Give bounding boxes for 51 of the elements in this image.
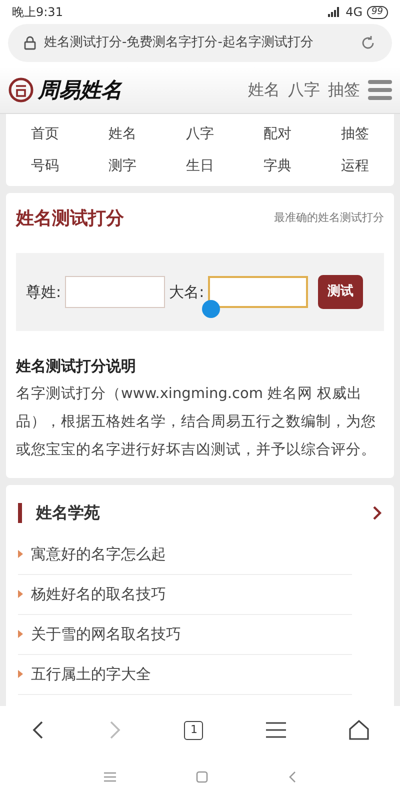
status-time: 晚上9:31 — [12, 4, 63, 21]
card-title: 姓名测试打分 — [16, 206, 124, 230]
info-title: 姓名测试打分说明 — [16, 356, 137, 377]
nav-link[interactable]: 运程 — [316, 150, 394, 182]
address-bar[interactable]: 姓名测试打分-免费测名字打分-起名字测试打分 — [8, 24, 392, 62]
recents-icon[interactable] — [104, 772, 116, 782]
tab-count[interactable]: 1 — [184, 720, 204, 740]
article-link[interactable]: 五行属土的字大全 — [31, 662, 151, 686]
nav-link[interactable]: 测字 — [84, 150, 162, 182]
nav-link[interactable]: 抽签 — [316, 118, 394, 150]
article-link[interactable]: 寓意好的名字怎么起 — [31, 542, 166, 566]
bullet-icon — [18, 630, 23, 638]
logo-text[interactable]: 周易姓名 — [38, 74, 122, 106]
back-icon[interactable] — [31, 720, 46, 740]
name-field[interactable] — [208, 276, 308, 308]
info-text: 名字测试打分（www.xingming.com 姓名网 权威出品），根据五格姓名学，结合周易五行之数编制，为您或您宝宝的名字进行好坏吉凶测试，并予以综合评分。 — [16, 384, 377, 460]
article-link[interactable]: 杨姓好名的取名技巧 — [31, 582, 166, 606]
menu-icon[interactable] — [266, 722, 286, 738]
header-link[interactable]: 姓名 — [248, 78, 280, 102]
title-accent — [18, 502, 22, 522]
bullet-icon — [18, 550, 23, 558]
home-icon[interactable] — [348, 720, 369, 740]
bullet-icon — [18, 670, 23, 678]
surname-label: 尊姓: — [26, 282, 62, 303]
signal-icon — [328, 7, 342, 17]
nav-link[interactable]: 号码 — [6, 150, 84, 182]
nav-link[interactable]: 配对 — [238, 118, 316, 150]
nav-link[interactable]: 字典 — [238, 150, 316, 182]
test-button[interactable]: 测试 — [318, 275, 364, 309]
network-label: 4G — [346, 4, 363, 21]
bullet-icon — [18, 590, 23, 598]
lock-icon — [24, 36, 36, 50]
reload-icon[interactable] — [360, 35, 376, 51]
text-cursor-handle[interactable] — [202, 300, 220, 318]
nav-link[interactable]: 八字 — [161, 118, 239, 150]
page-title: 姓名测试打分-免费测名字打分-起名字测试打分 — [44, 34, 314, 52]
card-subtitle: 最准确的姓名测试打分 — [274, 210, 384, 226]
nav-link[interactable]: 姓名 — [84, 118, 162, 150]
article-link[interactable]: 关于雪的网名取名技巧 — [31, 622, 181, 646]
header-link[interactable]: 抽签 — [328, 78, 360, 102]
surname-field[interactable] — [65, 276, 166, 308]
chevron-right-icon[interactable] — [372, 504, 382, 520]
logo-icon — [8, 76, 34, 102]
forward-icon[interactable] — [108, 720, 122, 740]
name-label: 大名: — [169, 282, 204, 303]
header-link[interactable]: 八字 — [288, 78, 320, 102]
nav-link[interactable]: 生日 — [161, 150, 239, 182]
home-button-icon[interactable] — [196, 771, 208, 783]
nav-link[interactable]: 首页 — [6, 118, 84, 150]
articles-title: 姓名学苑 — [36, 502, 101, 524]
battery-level: 99 — [366, 6, 388, 18]
